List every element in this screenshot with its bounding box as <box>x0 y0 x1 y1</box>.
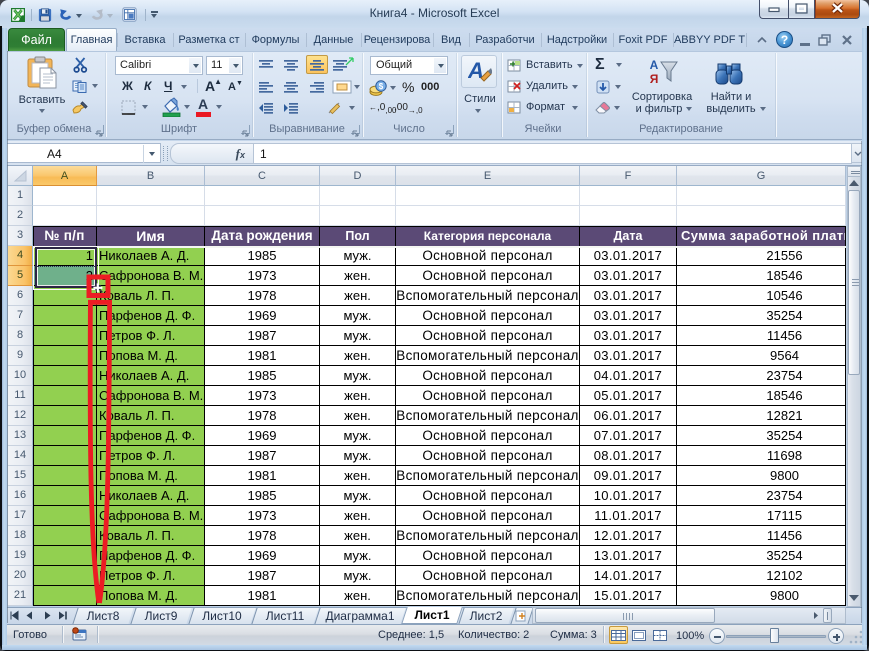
svg-text:Я: Я <box>650 72 659 86</box>
svg-text:$: $ <box>379 82 384 91</box>
svg-text:А: А <box>650 58 659 72</box>
